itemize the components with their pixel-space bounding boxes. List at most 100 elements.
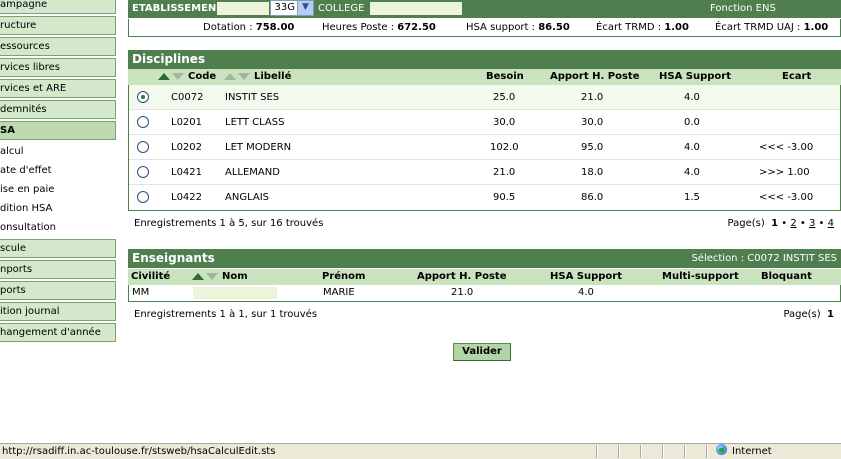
besoin-cell: 90.5: [493, 192, 516, 203]
globe-icon: [716, 444, 727, 455]
sort-desc-icon[interactable]: [206, 272, 218, 280]
besoin-cell: 21.0: [493, 167, 516, 178]
apport-cell: 21.0: [581, 92, 604, 103]
disciplines-panel-title: Disciplines: [128, 50, 841, 69]
sort-desc-icon[interactable]: [172, 72, 184, 80]
besoin-column-header: Besoin: [486, 71, 524, 82]
nav-item-structure[interactable]: ructure: [0, 16, 116, 35]
etablissement-select[interactable]: 33G ▼: [270, 0, 314, 16]
security-zone: Internet: [716, 444, 772, 459]
ecart-trmd-uaj-stat: Écart TRMD UAJ : 1.00: [715, 22, 829, 33]
row-radio-button[interactable]: [137, 191, 149, 203]
ecart-cell: <<< -3.00: [759, 142, 814, 153]
row-radio-button[interactable]: [137, 141, 149, 153]
nav-item-indemnites[interactable]: demnités: [0, 100, 116, 119]
disciplines-table: C0072 INSTIT SES 25.0 21.0 4.0 L0201 LET…: [128, 85, 841, 211]
disciplines-pagination: Enregistrements 1 à 5, sur 16 trouvés Pa…: [134, 217, 834, 231]
table-row[interactable]: L0202 LET MODERN 102.0 95.0 4.0 <<< -3.0…: [129, 135, 840, 160]
page-link-4[interactable]: 4: [828, 218, 834, 229]
besoin-cell: 30.0: [493, 117, 516, 128]
nav-subitem-mise-en-paie[interactable]: ise en paie: [0, 180, 116, 199]
current-page: 1: [827, 309, 834, 320]
prenom-column-header: Prénom: [322, 271, 366, 282]
table-row[interactable]: L0201 LETT CLASS 30.0 30.0 0.0: [129, 110, 840, 135]
ecart-column-header: Ecart: [782, 71, 812, 82]
hsa-cell: 4.0: [684, 167, 700, 178]
ecart-cell: >>> 1.00: [759, 167, 810, 178]
hsa-cell: 4.0: [684, 142, 700, 153]
nav-item-services-libres[interactable]: rvices libres: [0, 58, 116, 77]
nav-item-bascule[interactable]: scule: [0, 239, 116, 258]
code-sort-header[interactable]: Code: [158, 69, 216, 85]
apport-cell: 18.0: [581, 167, 604, 178]
page-link-2[interactable]: 2: [790, 218, 796, 229]
row-radio-button[interactable]: [137, 116, 149, 128]
row-radio-button[interactable]: [137, 91, 149, 103]
prenom-cell: MARIE: [323, 287, 355, 298]
apport-cell: 86.0: [581, 192, 604, 203]
hsa-cell: 0.0: [684, 117, 700, 128]
table-row[interactable]: L0421 ALLEMAND 21.0 18.0 4.0 >>> 1.00: [129, 160, 840, 185]
nav-item-imports[interactable]: nports: [0, 260, 116, 279]
valider-button[interactable]: Valider: [453, 343, 511, 361]
code-cell: L0201: [171, 117, 203, 128]
code-cell: C0072: [171, 92, 204, 103]
nav-item-changement-annee[interactable]: hangement d'année: [0, 323, 116, 342]
apport-column-header: Apport H. Poste: [417, 271, 507, 282]
sort-asc-icon[interactable]: [158, 72, 170, 80]
dotation-stats-bar: Dotation : 758.00 Heures Poste : 672.50 …: [128, 19, 841, 37]
apport-column-header: Apport H. Poste: [550, 71, 640, 82]
enseignants-page-links: Page(s) 1: [783, 308, 834, 322]
nav-item-edition-journal[interactable]: ition journal: [0, 302, 116, 321]
nav-subitem-edition-hsa[interactable]: dition HSA: [0, 199, 116, 218]
hsa-cell: 4.0: [578, 287, 594, 298]
disciplines-column-header: Code Libellé Besoin Apport H. Poste HSA …: [128, 69, 841, 85]
apport-cell: 30.0: [581, 117, 604, 128]
sort-asc-icon[interactable]: [224, 72, 236, 80]
status-url: http://rsadiff.in.ac-toulouse.fr/stsweb/…: [2, 446, 276, 457]
besoin-cell: 102.0: [490, 142, 519, 153]
libelle-cell: INSTIT SES: [225, 92, 280, 103]
besoin-cell: 25.0: [493, 92, 516, 103]
dotation-stat: Dotation : 758.00: [203, 22, 295, 33]
table-row[interactable]: L0422 ANGLAIS 90.5 86.0 1.5 <<< -3.00: [129, 185, 840, 210]
libelle-cell: LET MODERN: [225, 142, 292, 153]
redacted-college-name: [370, 2, 462, 15]
status-divider: [618, 445, 620, 458]
table-row[interactable]: C0072 INSTIT SES 25.0 21.0 4.0: [129, 85, 840, 110]
etablissement-select-value: 33G: [274, 2, 295, 13]
nav-subitem-consultation[interactable]: onsultation: [0, 218, 116, 237]
row-radio-button[interactable]: [137, 166, 149, 178]
code-cell: L0202: [171, 142, 203, 153]
nav-item-exports[interactable]: ports: [0, 281, 116, 300]
enseignants-table: MM MARIE 21.0 4.0: [128, 285, 841, 302]
redacted-nom-cell: [193, 287, 277, 299]
multi-support-column-header: Multi-support: [662, 271, 739, 282]
nav-item-campagne[interactable]: ampagne: [0, 0, 116, 14]
sort-asc-icon[interactable]: [192, 272, 204, 280]
libelle-cell: ANGLAIS: [225, 192, 270, 203]
nav-item-hsa[interactable]: SA: [0, 121, 116, 140]
libelle-cell: LETT CLASS: [225, 117, 285, 128]
sort-desc-icon[interactable]: [238, 72, 250, 80]
pages-label: Page(s): [783, 309, 821, 320]
ecart-trmd-stat: Écart TRMD : 1.00: [596, 22, 689, 33]
nav-item-ressources[interactable]: essources: [0, 37, 116, 56]
nom-sort-header[interactable]: Nom: [192, 269, 248, 285]
college-label: COLLEGE: [318, 3, 365, 14]
page-link-3[interactable]: 3: [809, 218, 815, 229]
nav-subitem-date-effet[interactable]: ate d'effet: [0, 161, 116, 180]
status-divider: [596, 445, 598, 458]
status-divider: [662, 445, 664, 458]
libelle-sort-header[interactable]: Libellé: [224, 69, 291, 85]
hsa-cell: 4.0: [684, 92, 700, 103]
browser-status-bar: http://rsadiff.in.ac-toulouse.fr/stsweb/…: [0, 443, 841, 459]
enseignants-pagination: Enregistrements 1 à 1, sur 1 trouvés Pag…: [134, 308, 834, 322]
redacted-etablissement-name: [217, 2, 269, 15]
ecart-cell: <<< -3.00: [759, 192, 814, 203]
enseignants-records-count: Enregistrements 1 à 1, sur 1 trouvés: [134, 309, 318, 320]
nav-item-services-are[interactable]: rvices et ARE: [0, 79, 116, 98]
disciplines-records-count: Enregistrements 1 à 5, sur 16 trouvés: [134, 218, 324, 229]
nav-subitem-calcul[interactable]: alcul: [0, 142, 116, 161]
chevron-down-icon[interactable]: ▼: [297, 1, 313, 15]
